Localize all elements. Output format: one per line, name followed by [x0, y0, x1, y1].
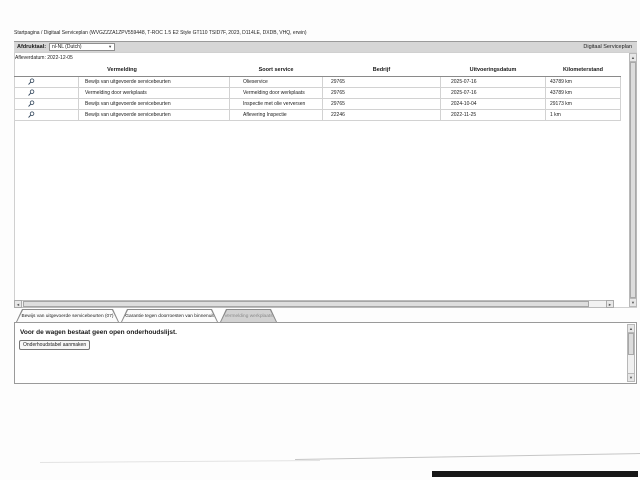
- row-detail-cell: [14, 76, 79, 88]
- print-language-select[interactable]: nl-NL (Dutch) ▼: [49, 43, 116, 51]
- scroll-down-icon[interactable]: ▼: [628, 373, 634, 381]
- create-maintenance-table-button[interactable]: Onderhoudstabel aanmaken: [19, 340, 91, 350]
- horizontal-scrollbar[interactable]: ◄ ►: [14, 300, 614, 308]
- panel-vertical-scrollbar-thumb[interactable]: [628, 333, 634, 355]
- scroll-down-icon[interactable]: ▼: [630, 298, 636, 306]
- cell-bedrijf: 29765: [322, 98, 441, 110]
- row-detail-cell: [14, 98, 79, 110]
- table-row: Vermelding door werkplaats Vermelding do…: [14, 87, 621, 99]
- magnifier-icon[interactable]: [28, 77, 35, 87]
- cell-soort-service: Olieservice: [229, 76, 323, 88]
- scroll-left-icon[interactable]: ◄: [14, 300, 22, 308]
- row-detail-cell: [14, 87, 79, 99]
- cell-soort-service: Aflevering Inspectie: [229, 109, 323, 121]
- vertical-scrollbar-thumb[interactable]: [630, 62, 636, 298]
- cell-soort-service: Vermelding door werkplaats: [229, 87, 323, 99]
- app-title: Digitaal Serviceplan: [583, 44, 632, 50]
- cell-uitvoeringsdatum: 2024-10-04: [440, 98, 546, 110]
- horizontal-scrollbar-thumb[interactable]: [23, 301, 590, 307]
- cell-kilometerstand: 1 km: [545, 109, 621, 121]
- breadcrumb-home-link[interactable]: Startpagina: [14, 30, 40, 36]
- cell-uitvoeringsdatum: 2025-07-16: [440, 76, 546, 88]
- scan-artifact-line-light: [39, 460, 321, 463]
- digitaal-serviceplan-page: Startpagina / Digitaal Serviceplan (WVGZ…: [0, 0, 640, 480]
- cell-vermelding: Vermelding door werkplaats: [78, 87, 230, 99]
- cell-kilometerstand: 43789 km: [545, 87, 621, 99]
- service-history-table: Vermelding Soort service Bedrijf Uitvoer…: [14, 64, 621, 121]
- print-language-value: nl-NL (Dutch): [52, 44, 82, 50]
- cell-vermelding: Bewijs van uitgevoerde servicebeurten: [78, 98, 230, 110]
- cell-kilometerstand: 43789 km: [545, 76, 621, 88]
- cell-kilometerstand: 29173 km: [545, 98, 621, 110]
- scan-artifact-line: [295, 452, 640, 461]
- breadcrumb-path: / Digitaal Serviceplan (WVGZZZA1ZPV55944…: [39, 30, 307, 36]
- column-header-kilometerstand: Kilometerstand: [545, 64, 621, 77]
- column-header-soort-service: Soort service: [229, 64, 323, 77]
- tab-bewijs-servicebeurten[interactable]: Bewijs van uitgevoerde servicebeurten (0…: [16, 309, 119, 322]
- delivery-date-label: Afleverdatum:: [15, 55, 46, 61]
- magnifier-icon[interactable]: [28, 110, 35, 120]
- tab-garantie-doorroesten[interactable]: Garantie tegen doorroesten van binnenuit: [121, 309, 218, 322]
- cell-bedrijf: 29765: [322, 76, 441, 88]
- tab-label: Vermelding werkplaats: [221, 310, 276, 322]
- table-row: Bewijs van uitgevoerde servicebeurten Af…: [14, 109, 621, 121]
- cell-vermelding: Bewijs van uitgevoerde servicebeurten: [78, 76, 230, 88]
- cell-uitvoeringsdatum: 2025-07-16: [440, 87, 546, 99]
- scan-artifact-bar: [432, 471, 638, 477]
- tab-vermelding-werkplaats: Vermelding werkplaats: [220, 309, 277, 322]
- chevron-down-icon: ▼: [108, 44, 113, 49]
- cell-soort-service: Inspectie met olie verversen: [229, 98, 323, 110]
- delivery-date-value: 2022-12-05: [47, 55, 73, 61]
- tab-label: Garantie tegen doorroesten van binnenuit: [122, 310, 217, 322]
- magnifier-icon[interactable]: [28, 99, 35, 109]
- print-language-label: Afdruktaal:: [17, 44, 47, 50]
- scroll-up-icon[interactable]: ▲: [630, 54, 636, 62]
- magnifier-icon[interactable]: [28, 88, 35, 98]
- tab-label: Bewijs van uitgevoerde servicebeurten (0…: [17, 310, 118, 322]
- column-header-vermelding: Vermelding: [14, 64, 230, 77]
- row-detail-cell: [14, 109, 79, 121]
- cell-vermelding: Bewijs van uitgevoerde servicebeurten: [78, 109, 230, 121]
- scroll-right-icon[interactable]: ►: [606, 300, 614, 308]
- column-header-uitvoeringsdatum: Uitvoeringsdatum: [440, 64, 546, 77]
- breadcrumb: Startpagina / Digitaal Serviceplan (WVGZ…: [14, 30, 307, 36]
- cell-bedrijf: 22246: [322, 109, 441, 121]
- delivery-date: Afleverdatum: 2022-12-05: [15, 55, 73, 61]
- cell-uitvoeringsdatum: 2022-11-25: [440, 109, 546, 121]
- maintenance-panel: Voor de wagen bestaat geen open onderhou…: [14, 322, 637, 384]
- table-row: Bewijs van uitgevoerde servicebeurten In…: [14, 98, 621, 110]
- no-open-maintenance-message: Voor de wagen bestaat geen open onderhou…: [20, 329, 177, 336]
- scroll-up-icon[interactable]: ▲: [628, 325, 634, 333]
- panel-vertical-scrollbar-track[interactable]: [628, 333, 634, 373]
- column-header-bedrijf: Bedrijf: [322, 64, 441, 77]
- table-row: Bewijs van uitgevoerde servicebeurten Ol…: [14, 76, 621, 88]
- cell-bedrijf: 29765: [322, 87, 441, 99]
- panel-vertical-scrollbar[interactable]: ▲ ▼: [627, 324, 635, 382]
- horizontal-scrollbar-track[interactable]: [22, 300, 606, 308]
- table-header-row: Vermelding Soort service Bedrijf Uitvoer…: [14, 64, 621, 77]
- tab-bar: Bewijs van uitgevoerde servicebeurten (0…: [16, 309, 277, 322]
- vertical-scrollbar-track[interactable]: [630, 62, 636, 298]
- vertical-scrollbar[interactable]: ▲ ▼: [629, 53, 637, 307]
